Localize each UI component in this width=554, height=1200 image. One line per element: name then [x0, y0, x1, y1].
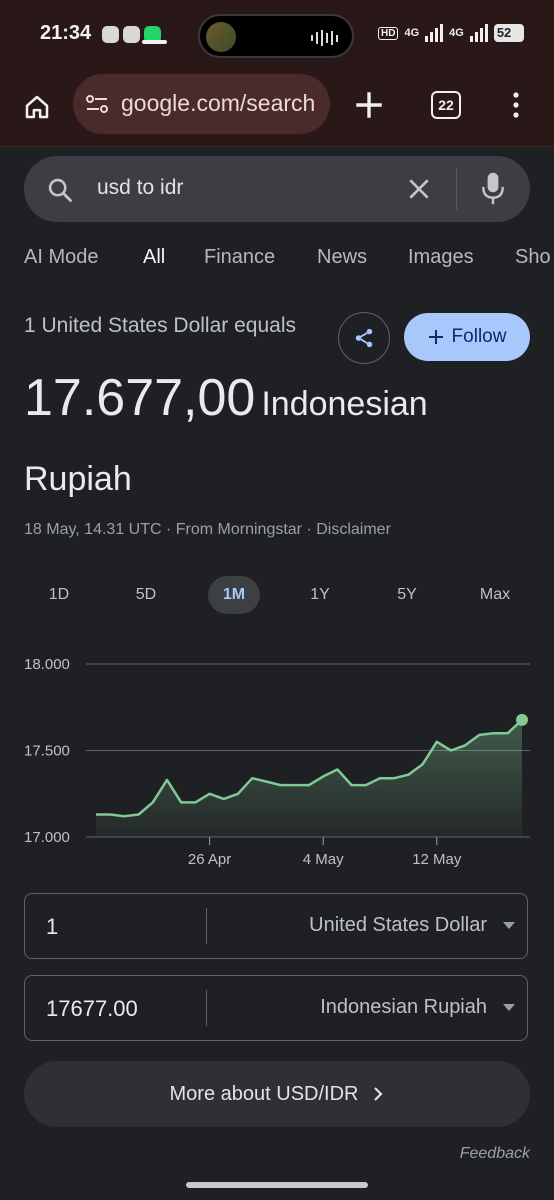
converter-divider	[206, 908, 207, 944]
network-type-2: 4G	[449, 27, 464, 39]
y-tick-label: 17.500	[24, 743, 70, 760]
home-icon	[25, 95, 49, 119]
status-indicators: HD 4G 4G 52	[378, 24, 524, 42]
chevron-right-icon	[374, 1087, 384, 1101]
chevron-down-icon[interactable]	[503, 1004, 515, 1011]
clear-icon[interactable]	[406, 176, 432, 202]
range-5y[interactable]: 5Y	[382, 576, 432, 614]
conversion-label: 1 United States Dollar equals	[24, 314, 296, 337]
media-thumbnail	[206, 22, 236, 52]
telegram-icon	[123, 26, 140, 43]
tab-news[interactable]: News	[317, 246, 367, 269]
search-box[interactable]: usd to idr	[24, 156, 530, 222]
rate-currency: Indonesian	[261, 385, 428, 423]
tab-ai-mode[interactable]: AI Mode	[24, 246, 98, 269]
address-bar[interactable]: google.com/search	[73, 74, 330, 134]
battery-icon: 52	[493, 24, 524, 42]
more-about-label: More about USD/IDR	[169, 1082, 359, 1105]
y-tick-label: 17.000	[24, 829, 70, 846]
new-tab-icon[interactable]	[352, 88, 386, 122]
x-tick-label: 4 May	[303, 851, 344, 868]
follow-label: Follow	[451, 326, 507, 347]
home-indicator[interactable]	[186, 1182, 368, 1188]
url-text: google.com/search	[121, 90, 316, 116]
range-selector: 1D 5D 1M 1Y 5Y Max	[24, 576, 530, 614]
x-tick-label: 26 Apr	[188, 851, 231, 868]
range-1d[interactable]: 1D	[34, 576, 84, 614]
battery-level: 52	[496, 25, 512, 40]
share-button[interactable]	[338, 312, 390, 364]
signal-icon	[425, 24, 444, 42]
tab-all[interactable]: All	[143, 246, 165, 269]
exchange-rate: 17.677,00 Indonesian	[24, 368, 428, 428]
chart-last-point	[516, 713, 528, 726]
app-notification-icon	[102, 26, 119, 43]
range-max[interactable]: Max	[469, 576, 521, 614]
search-divider	[456, 168, 457, 210]
chevron-down-icon[interactable]	[503, 922, 515, 929]
y-tick-label: 18.000	[24, 656, 70, 673]
follow-button[interactable]: Follow	[404, 313, 530, 361]
site-settings-icon[interactable]	[85, 94, 109, 114]
search-icon	[48, 178, 72, 202]
home-button[interactable]	[20, 90, 54, 124]
x-tick-label: 12 May	[412, 851, 462, 868]
signal-icon	[469, 24, 488, 42]
hd-voice-icon: HD	[378, 26, 399, 40]
to-amount-input[interactable]: 17677.00	[46, 996, 138, 1022]
rate-timestamp: 18 May, 14.31 UTC · From Morningstar · D…	[24, 521, 391, 538]
from-amount-input[interactable]: 1	[46, 914, 58, 940]
microphone-icon[interactable]	[480, 170, 506, 208]
range-5d[interactable]: 5D	[121, 576, 171, 614]
search-tabs: AI Mode All Finance News Images Sho	[24, 246, 554, 292]
audio-wave-icon	[311, 30, 338, 46]
tab-switcher-button[interactable]: 22	[431, 91, 461, 119]
range-1m[interactable]: 1M	[208, 576, 260, 614]
rate-currency-continued: Rupiah	[24, 460, 132, 498]
to-currency-select[interactable]: Indonesian Rupiah	[320, 996, 487, 1019]
media-island[interactable]	[198, 14, 354, 58]
plus-icon	[428, 330, 443, 344]
tab-shopping[interactable]: Sho	[515, 246, 551, 269]
more-options-icon[interactable]	[506, 90, 526, 120]
rate-value: 17.677,00	[24, 369, 256, 427]
converter-divider	[206, 990, 207, 1026]
active-tab-indicator	[142, 40, 167, 44]
from-currency-select[interactable]: United States Dollar	[309, 914, 487, 937]
status-time: 21:34	[40, 22, 92, 44]
rate-chart[interactable]: 18.000 17.500 17.000 26 Apr 4 May 12 May	[0, 640, 554, 880]
tab-finance[interactable]: Finance	[204, 246, 275, 269]
feedback-link[interactable]: Feedback	[460, 1145, 530, 1163]
share-icon	[355, 328, 373, 348]
more-about-button[interactable]: More about USD/IDR	[24, 1061, 530, 1127]
chart-area	[96, 719, 522, 837]
browser-toolbar: google.com/search 22	[0, 70, 554, 147]
tab-images[interactable]: Images	[408, 246, 474, 269]
range-1y[interactable]: 1Y	[295, 576, 345, 614]
converter-to-row: 17677.00 Indonesian Rupiah	[24, 975, 528, 1041]
search-input[interactable]: usd to idr	[97, 176, 183, 200]
status-bar: 21:34 HD 4G 4G 52	[0, 0, 554, 70]
converter-from-row: 1 United States Dollar	[24, 893, 528, 959]
network-type-1: 4G	[404, 27, 420, 39]
